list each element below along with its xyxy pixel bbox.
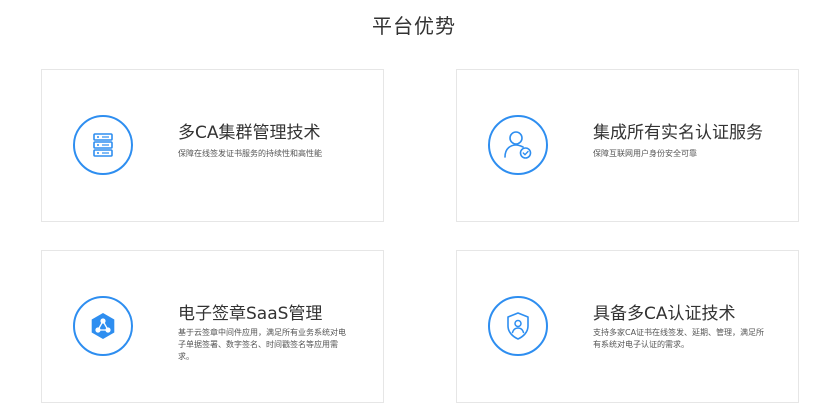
user-verified-icon	[488, 115, 548, 175]
card-title: 多CA集群管理技术	[178, 123, 321, 143]
card-description: 保障在线签发证书服务的持续性和高性能	[178, 149, 322, 158]
card-title: 集成所有实名认证服务	[593, 123, 763, 143]
feature-card-identity: 集成所有实名认证服务 保障互联网用户身份安全可靠	[456, 69, 799, 222]
feature-card-saas-seal: 电子签章SaaS管理 基于云签章中间件应用，满足所有业务系统对电子单据签署、数字…	[41, 250, 384, 403]
card-title: 具备多CA认证技术	[593, 304, 736, 324]
card-title: 电子签章SaaS管理	[178, 304, 323, 324]
server-stack-icon	[73, 115, 133, 175]
network-hexagon-icon	[73, 296, 133, 356]
feature-card-multi-ca: 具备多CA认证技术 支持多家CA证书在线签发、延期、管理，满足所有系统对电子认证…	[456, 250, 799, 403]
card-description: 保障互联网用户身份安全可靠	[593, 149, 697, 158]
feature-card-ca-cluster: 多CA集群管理技术 保障在线签发证书服务的持续性和高性能	[41, 69, 384, 222]
shield-user-icon	[488, 296, 548, 356]
card-description: 支持多家CA证书在线签发、延期、管理，满足所有系统对电子认证的需求。	[593, 328, 765, 349]
card-description: 基于云签章中间件应用，满足所有业务系统对电子单据签署、数字签名、时间戳签名等应用…	[178, 328, 346, 361]
section-title: 平台优势	[372, 14, 456, 38]
